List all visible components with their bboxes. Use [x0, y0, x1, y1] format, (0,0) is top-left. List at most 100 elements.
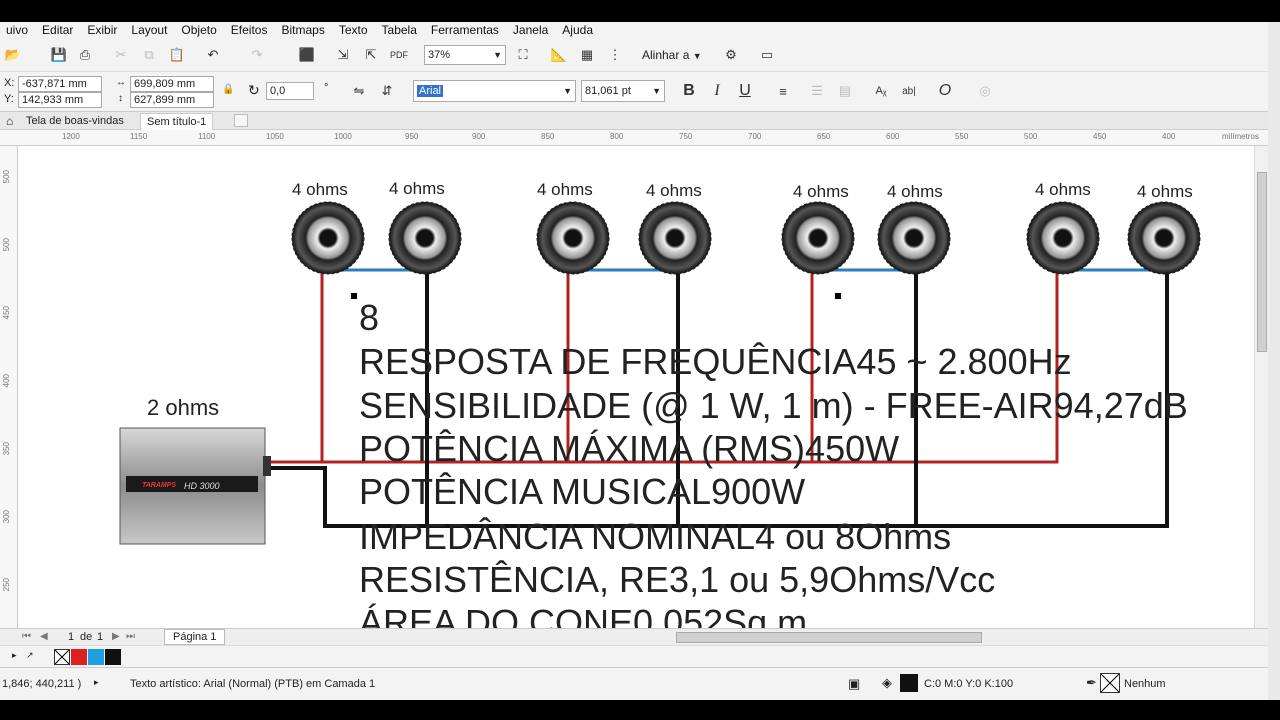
cut-icon[interactable]: ✂: [110, 44, 132, 66]
spec-line[interactable]: IMPEDÂNCIA NOMINAL4 ou 8Ohms: [359, 515, 951, 558]
ruler-tick: 550: [955, 132, 969, 141]
glyph-icon[interactable]: O: [934, 80, 956, 102]
export-icon[interactable]: ⇱: [360, 44, 382, 66]
menu-layout[interactable]: Layout: [125, 23, 175, 37]
bold-button[interactable]: B: [678, 80, 700, 102]
fill-info: C:0 M:0 Y:0 K:100: [924, 678, 1014, 690]
pdf-export-icon[interactable]: PDF: [388, 44, 410, 66]
redo-icon[interactable]: ↷: [246, 44, 268, 66]
menu-edit[interactable]: Editar: [36, 23, 81, 37]
mirror-horizontal-icon[interactable]: ⇋: [348, 80, 370, 102]
zoom-field[interactable]: 37% ▼: [424, 45, 506, 65]
vertical-scrollbar[interactable]: [1254, 146, 1268, 628]
previous-page-icon[interactable]: ◀: [40, 631, 48, 642]
outline-color-swatch[interactable]: [1100, 673, 1120, 693]
copy-icon[interactable]: ⧉: [138, 44, 160, 66]
menu-tools[interactable]: Ferramentas: [425, 23, 507, 37]
last-page-icon[interactable]: ⏭: [126, 631, 135, 642]
degree-icon: °: [324, 82, 329, 94]
italic-button[interactable]: I: [706, 80, 728, 102]
y-position-field[interactable]: 142,933 mm: [18, 92, 102, 108]
color-proof-icon[interactable]: ▣: [848, 676, 860, 692]
right-docker-edge: [1268, 22, 1280, 700]
red-swatch[interactable]: [71, 649, 87, 665]
fill-color-swatch[interactable]: [900, 674, 918, 692]
page-number: 1: [68, 631, 75, 643]
status-bar: 1,846; 440,211 ) ▸ Texto artístico: Aria…: [0, 667, 1268, 700]
menu-help[interactable]: Ajuda: [556, 23, 601, 37]
convert-icon[interactable]: ◎: [974, 80, 996, 102]
font-family-field[interactable]: Arial ▼: [413, 80, 576, 102]
undo-icon[interactable]: ↶: [202, 44, 224, 66]
menu-text[interactable]: Texto: [333, 23, 376, 37]
lock-ratio-icon[interactable]: 🔒: [222, 84, 234, 95]
grid-icon[interactable]: ▦: [576, 44, 598, 66]
rulers-icon[interactable]: 📐: [548, 44, 570, 66]
selection-handle[interactable]: [351, 293, 357, 299]
menu-table[interactable]: Tabela: [376, 23, 425, 37]
text-align-icon[interactable]: ≡: [772, 80, 794, 102]
page-tab[interactable]: Página 1: [164, 629, 226, 645]
print-icon[interactable]: ⎙: [74, 44, 96, 66]
palette-arrow-icon[interactable]: ▸: [12, 650, 17, 661]
ruler-tick: 450: [2, 306, 11, 320]
blue-swatch[interactable]: [88, 649, 104, 665]
search-content-icon[interactable]: ⬛: [296, 44, 318, 66]
paste-icon[interactable]: 📋: [166, 44, 188, 66]
align-to-dropdown[interactable]: Alinhar a ▼: [642, 48, 702, 62]
horizontal-scroll-thumb[interactable]: [676, 632, 982, 643]
spec-line[interactable]: POTÊNCIA MUSICAL900W: [359, 470, 805, 513]
menu-object[interactable]: Objeto: [175, 23, 224, 37]
menu-view[interactable]: Exibir: [81, 23, 125, 37]
save-icon[interactable]: 💾: [48, 44, 70, 66]
drawing-canvas[interactable]: TARAMPS HD 3000 4 ohms 4 ohms 4 ohms 4 o…: [18, 146, 1254, 628]
vertical-scroll-thumb[interactable]: [1257, 172, 1267, 352]
horizontal-ruler[interactable]: 1200 1150 1100 1050 1000 950 900 850 800…: [0, 130, 1268, 146]
underline-button[interactable]: U: [734, 80, 756, 102]
menu-window[interactable]: Janela: [507, 23, 556, 37]
width-field[interactable]: 699,809 mm: [130, 76, 214, 92]
spec-line[interactable]: RESISTÊNCIA, RE3,1 ou 5,9Ohms/Vcc: [359, 558, 995, 601]
text-properties-icon[interactable]: Aᵪ: [870, 80, 892, 102]
ruler-tick: 750: [679, 132, 693, 141]
page-of-label: de: [80, 631, 93, 643]
menu-effects[interactable]: Efeitos: [225, 23, 276, 37]
open-folder-icon[interactable]: 📂: [2, 44, 24, 66]
import-icon[interactable]: ⇲: [332, 44, 354, 66]
width-value: 699,809 mm: [134, 78, 196, 90]
first-page-icon[interactable]: ⏮: [22, 631, 31, 642]
spec-line[interactable]: RESPOSTA DE FREQUÊNCIA45 ~ 2.800Hz: [359, 340, 1072, 383]
menu-file[interactable]: uivo: [0, 23, 36, 37]
drop-cap-icon[interactable]: ▤: [834, 80, 856, 102]
x-position-field[interactable]: -637,871 mm: [18, 76, 102, 92]
gear-icon[interactable]: ⚙: [720, 44, 742, 66]
next-page-icon[interactable]: ▶: [112, 631, 120, 642]
font-size-field[interactable]: 81,061 pt ▼: [581, 80, 665, 102]
ruler-tick: 450: [1093, 132, 1107, 141]
expand-arrow-icon[interactable]: ▸: [94, 677, 99, 688]
selection-handle[interactable]: [835, 293, 841, 299]
spec-line[interactable]: ÁREA DO CONE0,052Sq.m: [359, 601, 807, 628]
eyedropper-icon[interactable]: ↗: [26, 650, 34, 661]
height-field[interactable]: 627,899 mm: [130, 92, 214, 108]
no-color-swatch[interactable]: [54, 649, 70, 665]
ruler-tick: 1150: [130, 132, 148, 141]
pen-nib-icon[interactable]: ✒: [1086, 675, 1097, 691]
spec-line[interactable]: POTÊNCIA MÁXIMA (RMS)450W: [359, 427, 899, 470]
full-screen-icon[interactable]: ⛶: [512, 44, 534, 66]
spec-line[interactable]: 8: [359, 296, 379, 339]
edit-text-icon[interactable]: ab|: [898, 80, 920, 102]
rotation-field[interactable]: 0,0: [266, 82, 314, 100]
vertical-ruler[interactable]: 500 500 450 400 350 300 250: [0, 146, 18, 628]
fill-bucket-icon[interactable]: ◈: [882, 675, 892, 691]
spec-line[interactable]: SENSIBILIDADE (@ 1 W, 1 m) - FREE-AIR94,…: [359, 384, 1188, 427]
tab-document[interactable]: Sem título-1: [140, 113, 214, 130]
mirror-vertical-icon[interactable]: ⇵: [376, 80, 398, 102]
guidelines-icon[interactable]: ⋮: [604, 44, 626, 66]
new-tab-icon[interactable]: [234, 114, 248, 127]
black-swatch[interactable]: [105, 649, 121, 665]
menu-bitmaps[interactable]: Bitmaps: [275, 23, 332, 37]
tab-welcome[interactable]: Tela de boas-vindas: [20, 113, 130, 130]
bullet-list-icon[interactable]: ☰: [806, 80, 828, 102]
launch-icon[interactable]: ▭: [756, 44, 778, 66]
